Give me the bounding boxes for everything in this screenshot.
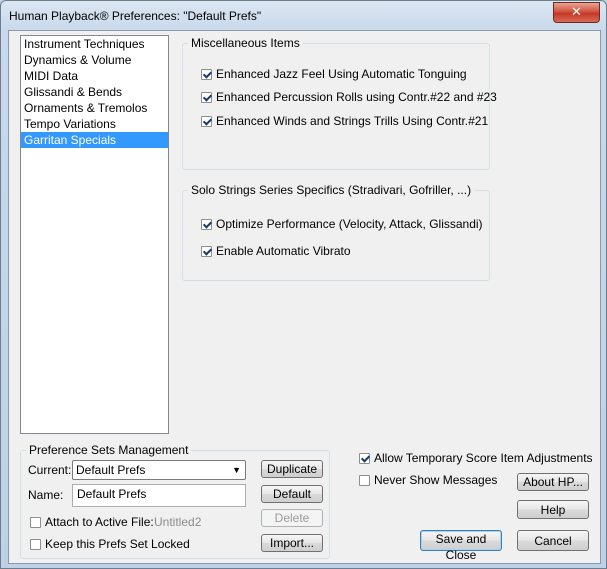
jazz-feel-label: Enhanced Jazz Feel Using Automatic Tongu… (216, 67, 467, 81)
winds-trills-checkbox[interactable]: Enhanced Winds and Strings Trills Using … (201, 114, 488, 128)
checkbox-checked-icon[interactable] (201, 218, 212, 230)
checkbox-unchecked-icon[interactable] (30, 538, 41, 550)
percussion-rolls-checkbox[interactable]: Enhanced Percussion Rolls using Contr.#2… (201, 90, 497, 104)
preferences-window: Human Playback® Preferences: "Default Pr… (0, 0, 607, 569)
attach-active-file-label: Attach to Active File: (45, 515, 154, 529)
allow-temp-adjustments-label: Allow Temporary Score Item Adjustments (374, 451, 593, 465)
checkbox-unchecked-icon[interactable] (30, 516, 41, 528)
duplicate-button[interactable]: Duplicate (261, 460, 323, 478)
category-glissandi-bends[interactable]: Glissandi & Bends (21, 84, 168, 100)
auto-vibrato-checkbox[interactable]: Enable Automatic Vibrato (201, 244, 351, 258)
auto-vibrato-label: Enable Automatic Vibrato (216, 244, 351, 258)
never-show-messages-label: Never Show Messages (374, 473, 498, 487)
category-list[interactable]: Instrument Techniques Dynamics & Volume … (20, 35, 169, 434)
allow-temp-adjustments-checkbox[interactable]: Allow Temporary Score Item Adjustments (359, 451, 593, 465)
about-hp-button[interactable]: About HP... (517, 473, 589, 491)
save-and-close-button[interactable]: Save and Close (420, 530, 502, 562)
keep-locked-label: Keep this Prefs Set Locked (45, 537, 190, 551)
prefset-name-input[interactable]: Default Prefs (72, 484, 246, 507)
optimize-performance-checkbox[interactable]: Optimize Performance (Velocity, Attack, … (201, 217, 483, 231)
never-show-messages-checkbox[interactable]: Never Show Messages (359, 473, 497, 487)
optimize-performance-label: Optimize Performance (Velocity, Attack, … (216, 217, 483, 231)
dialog-client: Instrument Techniques Dynamics & Volume … (8, 30, 601, 564)
checkbox-checked-icon[interactable] (359, 452, 370, 464)
checkbox-checked-icon[interactable] (201, 245, 212, 257)
category-garritan-specials[interactable]: Garritan Specials (21, 132, 168, 148)
window-title: Human Playback® Preferences: "Default Pr… (9, 9, 262, 23)
checkbox-unchecked-icon[interactable] (359, 474, 370, 486)
misc-items-legend: Miscellaneous Items (191, 36, 300, 50)
close-icon: ✕ (571, 4, 582, 19)
checkbox-checked-icon[interactable] (201, 115, 212, 127)
percussion-rolls-label: Enhanced Percussion Rolls using Contr.#2… (216, 90, 497, 104)
category-ornaments-tremolos[interactable]: Ornaments & Tremolos (21, 100, 168, 116)
prefset-name-value: Default Prefs (77, 487, 147, 501)
dropdown-arrow-icon[interactable]: ▼ (232, 461, 241, 479)
close-button[interactable]: ✕ (553, 2, 600, 23)
solo-strings-group: Solo Strings Series Specifics (Stradivar… (182, 183, 490, 281)
winds-trills-label: Enhanced Winds and Strings Trills Using … (216, 114, 489, 128)
current-label: Current: (28, 463, 72, 477)
jazz-feel-checkbox[interactable]: Enhanced Jazz Feel Using Automatic Tongu… (201, 67, 467, 81)
prefsets-legend: Preference Sets Management (29, 443, 189, 457)
import-button[interactable]: Import... (261, 534, 323, 552)
default-button[interactable]: Default (261, 485, 323, 503)
category-instrument-techniques[interactable]: Instrument Techniques (21, 36, 168, 52)
attach-active-file-checkbox[interactable]: Attach to Active File: (30, 515, 154, 529)
solo-strings-legend: Solo Strings Series Specifics (Stradivar… (191, 183, 472, 197)
checkbox-checked-icon[interactable] (201, 91, 212, 103)
checkbox-checked-icon[interactable] (201, 68, 212, 80)
category-dynamics-volume[interactable]: Dynamics & Volume (21, 52, 168, 68)
cancel-button[interactable]: Cancel (517, 530, 589, 551)
current-prefset-select[interactable]: Default Prefs ▼ (72, 460, 246, 480)
title-bar[interactable]: Human Playback® Preferences: "Default Pr… (1, 1, 606, 31)
category-tempo-variations[interactable]: Tempo Variations (21, 116, 168, 132)
category-midi-data[interactable]: MIDI Data (21, 68, 168, 84)
current-prefset-value: Default Prefs (76, 463, 146, 477)
delete-button[interactable]: Delete (261, 509, 323, 527)
keep-locked-checkbox[interactable]: Keep this Prefs Set Locked (30, 537, 190, 551)
help-button[interactable]: Help (517, 500, 589, 519)
attach-file-name: Untitled2 (154, 515, 202, 529)
name-label: Name: (28, 488, 64, 502)
